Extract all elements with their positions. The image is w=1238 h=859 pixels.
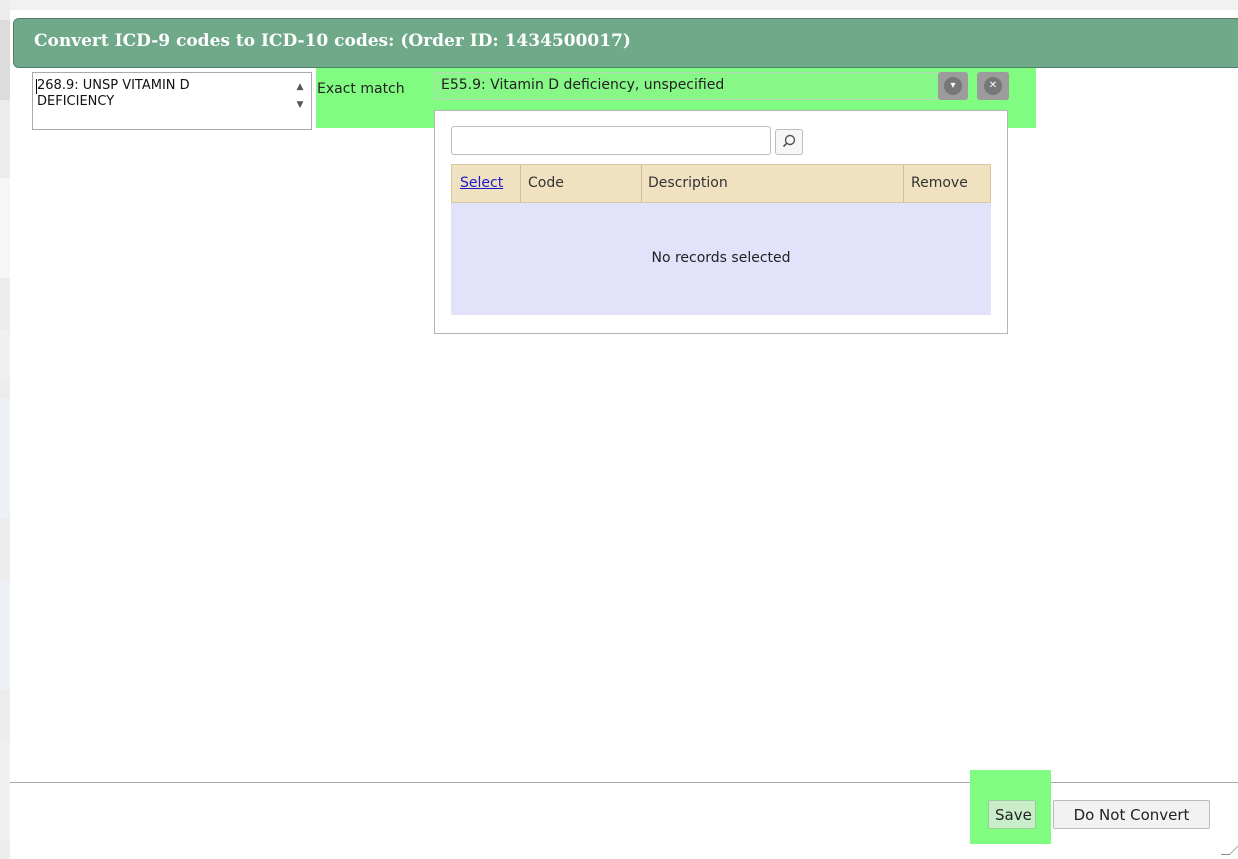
column-header-remove: Remove — [911, 175, 968, 191]
table-body: No records selected — [451, 203, 991, 315]
dialog-title-bar[interactable]: Convert ICD-9 codes to ICD-10 codes: (Or… — [13, 18, 1238, 68]
picker-search-input[interactable] — [451, 126, 771, 155]
column-header-select[interactable]: Select — [460, 165, 503, 202]
save-button[interactable]: Save — [988, 800, 1036, 829]
icd9-code-textarea[interactable]: 268.9: UNSP VITAMIN D DEFICIENCY ▲ ▼ — [32, 72, 312, 130]
column-header-code: Code — [528, 175, 564, 191]
column-header-description: Description — [648, 175, 728, 191]
clear-icon[interactable]: ✕ — [984, 77, 1002, 95]
column-divider — [520, 165, 521, 202]
chevron-down-icon[interactable]: ▾ — [944, 77, 962, 95]
spinner-down-icon[interactable]: ▼ — [293, 99, 307, 111]
column-divider — [641, 165, 642, 202]
match-type-label: Exact match — [317, 81, 405, 97]
icd10-selected-value: E55.9: Vitamin D deficiency, unspecified — [441, 77, 725, 93]
footer-divider — [10, 782, 1238, 783]
do-not-convert-button[interactable]: Do Not Convert — [1053, 800, 1210, 829]
search-icon — [782, 134, 796, 148]
page-top-edge — [0, 0, 1238, 10]
icd10-code-select[interactable]: E55.9: Vitamin D deficiency, unspecified — [435, 72, 940, 100]
column-divider — [903, 165, 904, 202]
spinner-up-icon[interactable]: ▲ — [293, 81, 307, 93]
icd9-code-value: 268.9: UNSP VITAMIN D DEFICIENCY — [37, 78, 190, 109]
convert-codes-dialog: Convert ICD-9 codes to ICD-10 codes: (Or… — [10, 10, 1238, 859]
background-page-strip — [0, 0, 10, 859]
picker-search-button[interactable] — [775, 129, 803, 155]
dialog-title: Convert ICD-9 codes to ICD-10 codes: (Or… — [34, 31, 631, 51]
table-header-row: Select Code Description Remove — [451, 164, 991, 203]
empty-table-message: No records selected — [651, 250, 791, 266]
